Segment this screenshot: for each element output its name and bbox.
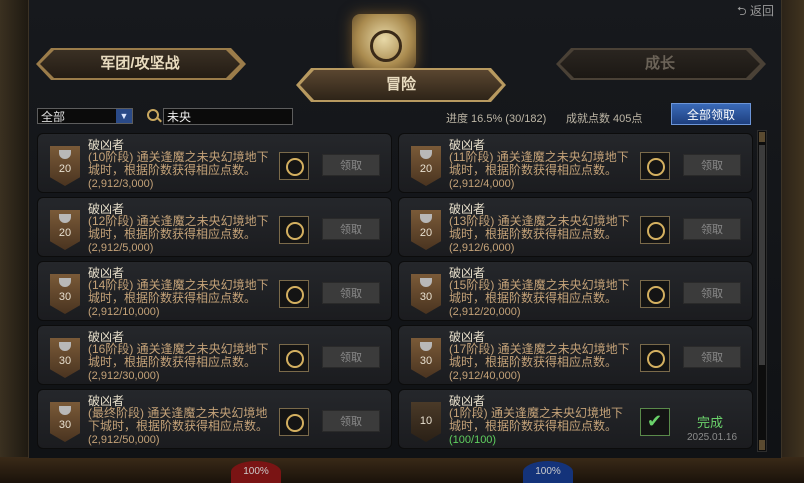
claim-button[interactable]: 领取 bbox=[683, 154, 741, 176]
scroll-thumb[interactable] bbox=[759, 145, 765, 365]
category-select[interactable]: 全部 ▼ bbox=[37, 108, 133, 124]
completion-date: 2025.01.16 bbox=[687, 432, 738, 443]
checkmark-icon: ✔ bbox=[640, 408, 670, 436]
trophy-icon bbox=[420, 214, 432, 223]
level-badge: 30 bbox=[50, 274, 80, 314]
level-badge: 30 bbox=[50, 338, 80, 378]
game-hotbar: 100% 100% bbox=[0, 457, 804, 483]
reward-icon[interactable] bbox=[640, 280, 670, 308]
scroll-up-icon[interactable] bbox=[759, 132, 765, 142]
claim-button[interactable]: 领取 bbox=[322, 346, 380, 368]
reward-icon[interactable] bbox=[279, 216, 309, 244]
level-badge: 20 bbox=[50, 210, 80, 250]
reward-icon[interactable] bbox=[279, 152, 309, 180]
tab-growth[interactable]: 成长 bbox=[560, 50, 760, 78]
trophy-icon bbox=[420, 342, 432, 351]
achievement-card: 20 破凶者 (12阶段) 通关逢魔之未央幻境地下城时，根据阶数获得相应点数。 … bbox=[37, 197, 392, 257]
claim-button[interactable]: 领取 bbox=[683, 346, 741, 368]
achievement-card: 30 破凶者 (16阶段) 通关逢魔之未央幻境地下城时，根据阶数获得相应点数。 … bbox=[37, 325, 392, 385]
trophy-icon bbox=[59, 406, 71, 415]
achievement-card: 20 破凶者 (10阶段) 通关逢魔之未央幻境地下城时，根据阶数获得相应点数。 … bbox=[37, 133, 392, 193]
reward-icon[interactable] bbox=[279, 344, 309, 372]
achievement-count: (100/100) bbox=[449, 434, 497, 446]
achievement-desc: (最终阶段) 通关逢魔之未央幻境地下城时，根据阶数获得相应点数。 bbox=[88, 406, 269, 433]
achievement-card: 20 破凶者 (13阶段) 通关逢魔之未央幻境地下城时，根据阶数获得相应点数。 … bbox=[398, 197, 753, 257]
search-input[interactable] bbox=[163, 108, 293, 125]
achievement-count: (2,912/30,000) bbox=[88, 370, 160, 382]
reward-icon[interactable] bbox=[279, 280, 309, 308]
achievement-card: 30 破凶者 (14阶段) 通关逢魔之未央幻境地下城时，根据阶数获得相应点数。 … bbox=[37, 261, 392, 321]
trophy-icon bbox=[420, 150, 432, 159]
achievement-count: (2,912/10,000) bbox=[88, 306, 160, 318]
level-badge: 20 bbox=[50, 146, 80, 186]
level-badge: 20 bbox=[411, 146, 441, 186]
status-complete: 完成 bbox=[697, 415, 724, 430]
trophy-icon bbox=[59, 278, 71, 287]
hp-orb: 100% bbox=[231, 461, 281, 483]
trophy-icon bbox=[59, 214, 71, 223]
list-scrollbar[interactable] bbox=[757, 130, 767, 452]
game-background-right bbox=[780, 0, 804, 483]
achievement-card-completed: 10 破凶者 (1阶段) 通关逢魔之未央幻境地下城时，根据阶数获得相应点数。 (… bbox=[398, 389, 753, 449]
reward-icon[interactable] bbox=[640, 216, 670, 244]
level-badge: 30 bbox=[50, 402, 80, 442]
achievement-desc: (12阶段) 通关逢魔之未央幻境地下城时，根据阶数获得相应点数。 bbox=[88, 214, 269, 241]
search-icon bbox=[147, 109, 159, 121]
achievement-desc: (13阶段) 通关逢魔之未央幻境地下城时，根据阶数获得相应点数。 bbox=[449, 214, 630, 241]
reward-icon[interactable] bbox=[640, 152, 670, 180]
trophy-icon bbox=[420, 278, 432, 287]
reward-icon[interactable] bbox=[279, 408, 309, 436]
achievement-count: (2,912/5,000) bbox=[88, 242, 154, 254]
reward-icon[interactable] bbox=[640, 344, 670, 372]
claim-button[interactable]: 领取 bbox=[322, 282, 380, 304]
achievement-card: 30 破凶者 (17阶段) 通关逢魔之未央幻境地下城时，根据阶数获得相应点数。 … bbox=[398, 325, 753, 385]
level-badge: 10 bbox=[411, 402, 441, 442]
achievement-count: (2,912/3,000) bbox=[88, 178, 154, 190]
return-icon: ⮌ bbox=[737, 4, 747, 18]
achievement-desc: (16阶段) 通关逢魔之未央幻境地下城时，根据阶数获得相应点数。 bbox=[88, 342, 269, 369]
achievement-card: 30 破凶者 (最终阶段) 通关逢魔之未央幻境地下城时，根据阶数获得相应点数。 … bbox=[37, 389, 392, 449]
achievement-desc: (15阶段) 通关逢魔之未央幻境地下城时，根据阶数获得相应点数。 bbox=[449, 278, 630, 305]
achievement-points: 成就点数 405点 bbox=[566, 113, 643, 125]
level-badge: 30 bbox=[411, 274, 441, 314]
achievement-count: (2,912/4,000) bbox=[449, 178, 515, 190]
chevron-down-icon[interactable]: ▼ bbox=[116, 109, 132, 123]
achievement-desc: (1阶段) 通关逢魔之未央幻境地下城时，根据阶数获得相应点数。 bbox=[449, 406, 624, 433]
progress-text: 进度 16.5% (30/182) bbox=[446, 113, 547, 125]
claim-button[interactable]: 领取 bbox=[683, 218, 741, 240]
achievement-desc: (11阶段) 通关逢魔之未央幻境地下城时，根据阶数获得相应点数。 bbox=[449, 150, 629, 177]
scroll-down-icon[interactable] bbox=[759, 440, 765, 450]
back-button[interactable]: ⮌ 返回 bbox=[737, 2, 774, 23]
claim-button[interactable]: 领取 bbox=[322, 154, 380, 176]
level-badge: 20 bbox=[411, 210, 441, 250]
achievement-desc: (17阶段) 通关逢魔之未央幻境地下城时，根据阶数获得相应点数。 bbox=[449, 342, 630, 369]
tab-legion[interactable]: 军团/攻坚战 bbox=[40, 50, 240, 78]
achievement-count: (2,912/40,000) bbox=[449, 370, 521, 382]
achievement-desc: (14阶段) 通关逢魔之未央幻境地下城时，根据阶数获得相应点数。 bbox=[88, 278, 269, 305]
achievement-count: (2,912/20,000) bbox=[449, 306, 521, 318]
trophy-icon bbox=[59, 150, 71, 159]
achievement-count: (2,912/50,000) bbox=[88, 434, 160, 446]
claim-button[interactable]: 领取 bbox=[322, 218, 380, 240]
achievement-card: 20 破凶者 (11阶段) 通关逢魔之未央幻境地下城时，根据阶数获得相应点数。 … bbox=[398, 133, 753, 193]
tab-adventure[interactable]: 冒险 bbox=[300, 70, 502, 100]
game-background-left bbox=[0, 0, 28, 483]
mp-orb: 100% bbox=[523, 461, 573, 483]
achievement-count: (2,912/6,000) bbox=[449, 242, 515, 254]
level-badge: 30 bbox=[411, 338, 441, 378]
achievement-desc: (10阶段) 通关逢魔之未央幻境地下城时，根据阶数获得相应点数。 bbox=[88, 150, 269, 177]
claim-button[interactable]: 领取 bbox=[322, 410, 380, 432]
claim-button[interactable]: 领取 bbox=[683, 282, 741, 304]
achievement-card: 30 破凶者 (15阶段) 通关逢魔之未央幻境地下城时，根据阶数获得相应点数。 … bbox=[398, 261, 753, 321]
trophy-icon bbox=[59, 342, 71, 351]
scroll-emblem-icon bbox=[352, 14, 416, 70]
claim-all-button[interactable]: 全部领取 bbox=[671, 103, 751, 125]
